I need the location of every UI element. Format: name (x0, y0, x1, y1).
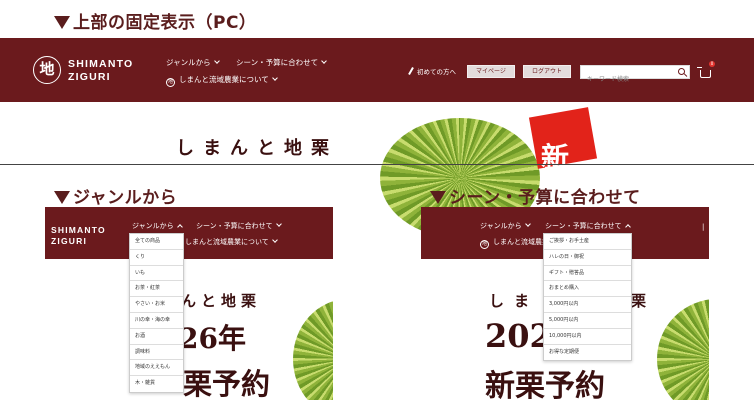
genre-item[interactable]: お茶・紅茶 (130, 281, 183, 298)
genre-shot-title: んと地栗 (181, 292, 262, 310)
pen-icon (408, 67, 414, 75)
nav-about-label: しまんと流域農業について (179, 75, 269, 84)
section-label-genre-text: ジャンルから (73, 188, 178, 208)
chevron-down-icon (321, 58, 327, 64)
about-logo-icon: 地 (166, 78, 175, 87)
nav-scene[interactable]: シーン・予算に合わせて (236, 57, 327, 68)
scene-item[interactable]: ハレの日・御祝 (544, 250, 631, 266)
logo-text[interactable]: SHIMANTO ZIGURI (68, 58, 133, 84)
cart-icon[interactable] (697, 67, 711, 78)
nav-genre[interactable]: ジャンルから (166, 57, 220, 68)
triangle-down-icon (430, 191, 446, 204)
logo-line1: SHIMANTO (68, 58, 134, 70)
red-tag-char: 新 (541, 141, 570, 174)
scene-item[interactable]: ギフト・贈答品 (544, 266, 631, 282)
genre-item[interactable]: 調味料 (130, 345, 183, 361)
divider-line (0, 164, 754, 165)
scene-item[interactable]: 3,000円以内 (544, 297, 631, 313)
genre-item[interactable]: やさい・お米 (130, 297, 183, 313)
search-box (580, 65, 690, 86)
first-time-link[interactable]: 初めての方へ (408, 66, 456, 76)
chestnut-image (657, 299, 709, 400)
genre-item[interactable]: お酒 (130, 329, 183, 345)
logout-button[interactable]: ログアウト (523, 65, 571, 78)
chevron-up-icon (624, 224, 631, 230)
chevron-down-icon (271, 237, 278, 243)
scene-shot-title-2: 栗 (631, 292, 647, 310)
genre-item[interactable]: 地域のええもん (130, 360, 183, 377)
section-label-pc: 上部の固定表示（PC） (54, 8, 256, 33)
genre-screenshot: SHIMANTO ZIGURI ジャンルから シーン・予算に合わせて しまんと流… (45, 207, 333, 400)
pc-header: 地 SHIMANTO ZIGURI ジャンルから シーン・予算に合わせて 地しま… (0, 38, 754, 102)
chevron-down-icon (213, 58, 220, 64)
genre-shot-year: 26年 (179, 322, 246, 355)
section-label-pc-text: 上部の固定表示（PC） (73, 13, 257, 33)
genre-shot-nav-scene-label: シーン・予算に合わせて (196, 222, 273, 230)
genre-shot-nav-genre-label: ジャンルから (132, 222, 174, 230)
genre-shot-nav-scene[interactable]: シーン・予算に合わせて (196, 221, 282, 231)
scene-item[interactable]: お得な定期便 (544, 345, 631, 361)
section-label-genre: ジャンルから (54, 183, 177, 208)
mypage-button[interactable]: マイページ (467, 65, 515, 78)
scene-item[interactable]: 5,000円以内 (544, 313, 631, 329)
genre-item[interactable]: 木・雑貨 (130, 376, 183, 392)
genre-item[interactable]: 全ての商品 (130, 234, 183, 250)
chevron-up-icon (176, 224, 183, 230)
scene-shot-title-1: しま (489, 292, 540, 310)
genre-shot-reserve: 栗予約 (183, 367, 271, 400)
chevron-down-icon (271, 75, 278, 81)
logo-line2: ZIGURI (68, 71, 111, 83)
nav-genre-label: ジャンルから (166, 58, 211, 67)
scene-shot-nav-scene-label: シーン・予算に合わせて (545, 222, 622, 230)
scene-shot-year: 202 (485, 317, 552, 355)
pen-icon[interactable]: | (702, 223, 704, 231)
triangle-down-icon (54, 16, 70, 29)
genre-shot-nav-about-label: しまんと流域農業について (185, 238, 269, 246)
genre-shot-logo-line1: SHIMANTO (51, 225, 106, 235)
search-input[interactable] (581, 73, 689, 86)
nav-about[interactable]: 地しまんと流域農業について (166, 74, 278, 87)
genre-shot-logo-line2: ZIGURI (51, 236, 88, 246)
section-label-scene-text: シーン・予算に合わせて (449, 188, 641, 208)
scene-item[interactable]: 10,000円以内 (544, 329, 631, 345)
scene-screenshot: ジャンルから シーン・予算に合わせて 地しまんと流域農業について | しま 栗 … (421, 207, 709, 400)
chevron-down-icon (524, 221, 531, 227)
scene-shot-nav-genre[interactable]: ジャンルから (480, 221, 531, 231)
scene-shot-nav-genre-label: ジャンルから (480, 222, 522, 230)
logo-circle-icon[interactable]: 地 (33, 56, 61, 84)
scene-shot-reserve: 新栗予約 (485, 369, 605, 400)
genre-item[interactable]: いも (130, 266, 183, 282)
genre-dropdown: 全ての商品 くり いも お茶・紅茶 やさい・お米 川の幸・海の幸 お酒 調味料 地域のええもん木… (129, 233, 184, 393)
triangle-down-icon (54, 191, 70, 204)
genre-item[interactable]: 川の幸・海の幸 (130, 313, 183, 329)
chestnut-image (293, 299, 333, 400)
cart-badge: 0 (709, 61, 715, 67)
about-logo-icon: 地 (480, 240, 489, 249)
scene-shot-nav-scene[interactable]: シーン・予算に合わせて (545, 221, 631, 231)
genre-shot-header: SHIMANTO ZIGURI ジャンルから シーン・予算に合わせて しまんと流… (45, 207, 333, 259)
genre-item[interactable]: くり (130, 250, 183, 266)
first-time-label: 初めての方へ (417, 68, 456, 76)
scene-dropdown: ご挨拶・お手土産 ハレの日・御祝 ギフト・贈答品 おまとめ購入 3,000円以内 5,00… (543, 233, 632, 362)
scene-item[interactable]: ご挨拶・お手土産 (544, 234, 631, 250)
genre-shot-nav-about[interactable]: しまんと流域農業について (185, 237, 278, 247)
chevron-down-icon (275, 221, 282, 227)
section-label-scene: シーン・予算に合わせて (430, 183, 641, 208)
hero-title: しまんと地栗 (176, 138, 338, 159)
genre-shot-nav-genre[interactable]: ジャンルから (132, 221, 183, 231)
scene-item[interactable]: おまとめ購入 (544, 281, 631, 298)
genre-shot-logo: SHIMANTO ZIGURI (51, 225, 106, 247)
nav-scene-label: シーン・予算に合わせて (236, 58, 319, 67)
search-icon[interactable] (678, 68, 685, 75)
